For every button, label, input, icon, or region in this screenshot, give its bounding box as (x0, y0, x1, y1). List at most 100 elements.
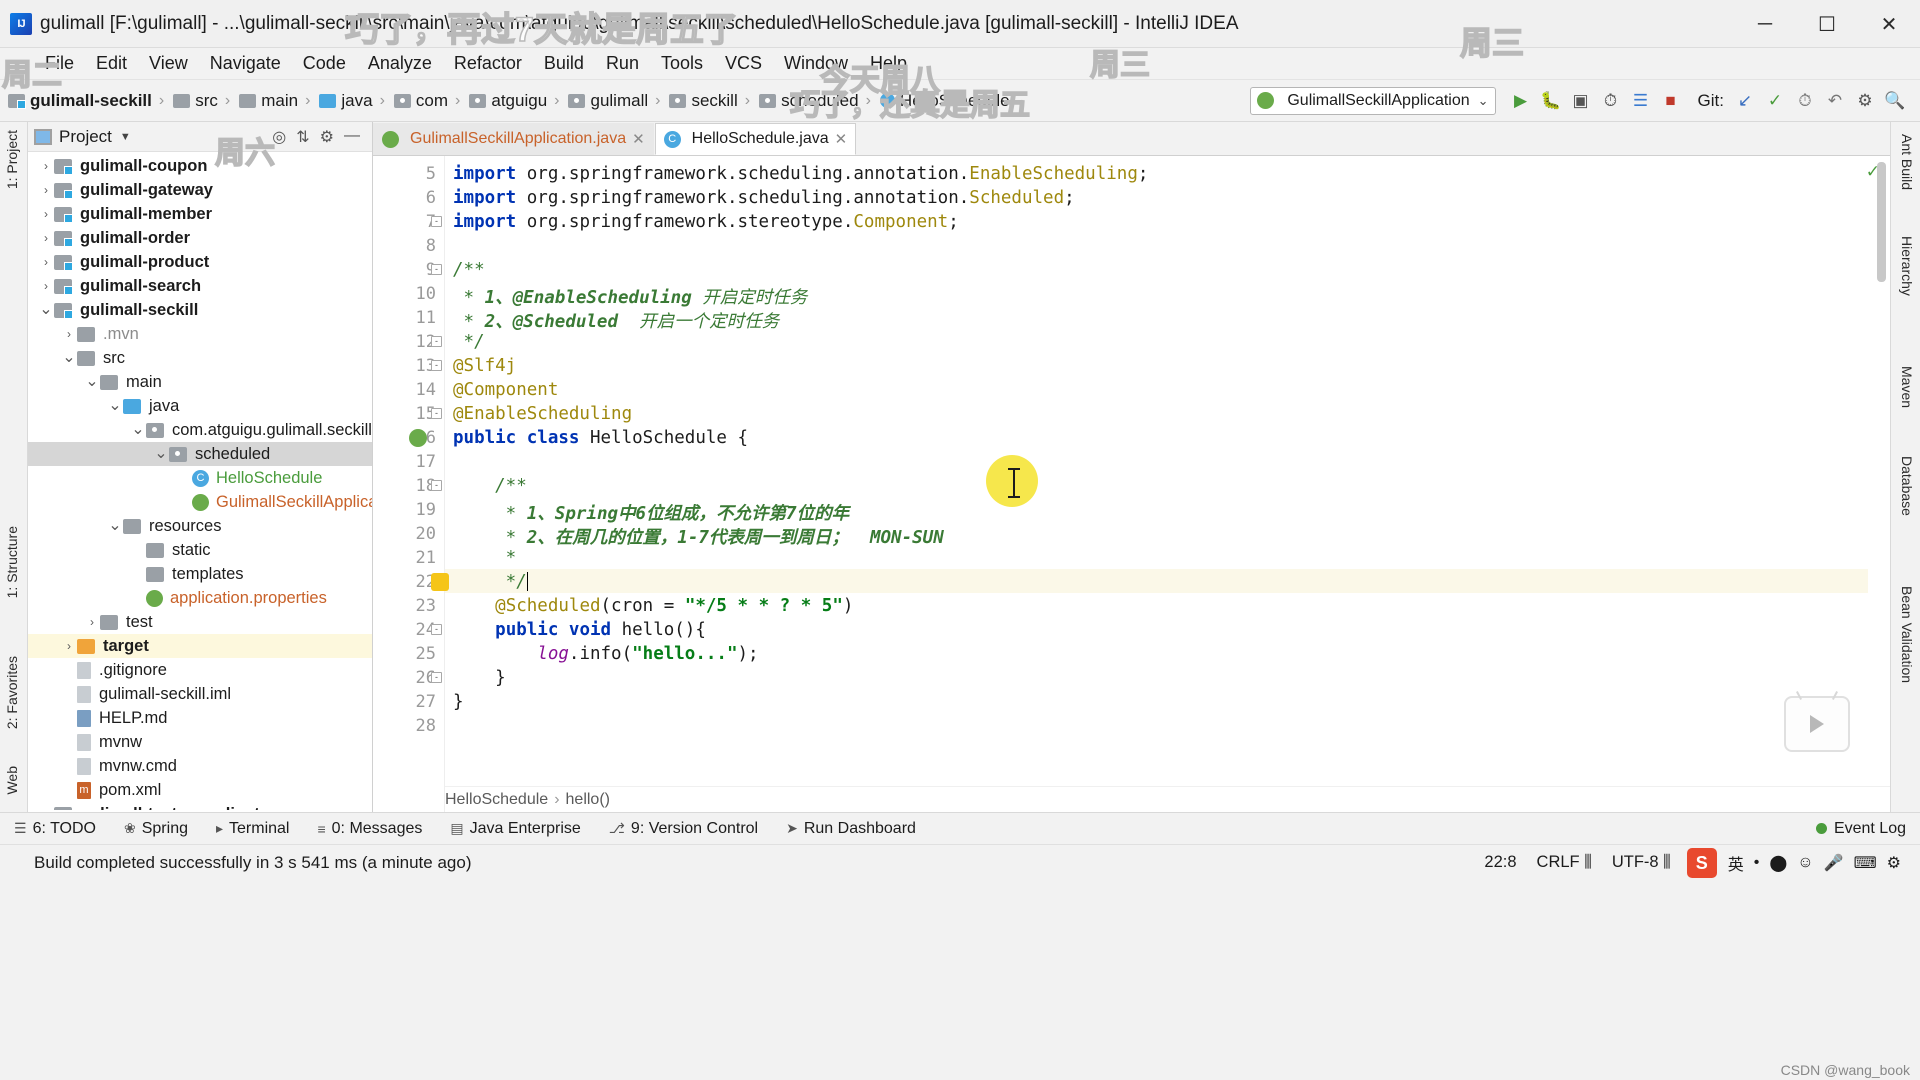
tool-tab-hierarchy[interactable]: Hierarchy (1897, 232, 1917, 300)
chevron-right-icon[interactable]: › (38, 807, 54, 810)
tree-node-helloschedule[interactable]: C HelloSchedule (28, 466, 372, 490)
breadcrumb-item-atguigu[interactable]: atguigu (465, 89, 549, 113)
chevron-right-icon[interactable] (61, 687, 77, 701)
tree-node-src[interactable]: ⌄ src (28, 346, 372, 370)
tree-node-gulimall-gateway[interactable]: › gulimall-gateway (28, 178, 372, 202)
tree-node-gulimall-test-sso-client[interactable]: › gulimall-test-sso-client (28, 802, 372, 810)
file-encoding[interactable]: UTF-8 ⫼ (1602, 853, 1681, 872)
ime-emoji-icon[interactable]: ☺ (1792, 854, 1818, 872)
run-class-gutter-icon[interactable] (409, 429, 427, 447)
chevron-right-icon[interactable] (130, 543, 146, 557)
menu-help[interactable]: Help (859, 51, 918, 76)
chevron-right-icon[interactable] (176, 471, 192, 485)
chevron-right-icon[interactable] (130, 567, 146, 581)
tree-node-gulimall-product[interactable]: › gulimall-product (28, 250, 372, 274)
tool-button-9-version-control[interactable]: ⎇ 9: Version Control (595, 820, 772, 838)
close-button[interactable]: ✕ (1858, 0, 1920, 48)
chevron-right-icon[interactable] (61, 783, 77, 797)
tree-node-com-atguigu-gulimall-seckill[interactable]: ⌄ com.atguigu.gulimall.seckill (28, 418, 372, 442)
ime-keyboard-icon[interactable]: ⌨ (1849, 853, 1882, 873)
settings-icon[interactable]: ⚙ (1852, 87, 1878, 115)
tree-node-gulimall-order[interactable]: › gulimall-order (28, 226, 372, 250)
tree-node--gitignore[interactable]: .gitignore (28, 658, 372, 682)
menu-window[interactable]: Window (773, 51, 859, 76)
ime-dot-icon[interactable]: • (1749, 854, 1765, 872)
chevron-right-icon[interactable]: › (61, 327, 77, 341)
chevron-right-icon[interactable]: › (84, 615, 100, 629)
inspection-status-icon[interactable]: ✓ (1866, 162, 1880, 182)
menu-analyze[interactable]: Analyze (357, 51, 443, 76)
profile-icon[interactable]: ⏱ (1598, 87, 1624, 115)
breadcrumb-item-helloschedule[interactable]: HelloSchedule (876, 89, 1012, 113)
ime-settings-icon[interactable]: ⚙ (1882, 853, 1906, 873)
collapse-all-icon[interactable]: ⇅ (296, 127, 309, 147)
code-content[interactable]: import org.springframework.scheduling.an… (431, 156, 1868, 812)
stop-icon[interactable]: ■ (1658, 87, 1684, 115)
tool-tab-bean-validation[interactable]: Bean Validation (1897, 582, 1917, 687)
code-fold-icon[interactable]: - (431, 408, 442, 419)
chevron-right-icon[interactable]: › (38, 255, 54, 269)
tool-button-spring[interactable]: ❀ Spring (110, 820, 202, 838)
breadcrumb-item-java[interactable]: java (315, 89, 374, 113)
tree-node-resources[interactable]: ⌄ resources (28, 514, 372, 538)
tool-tab-structure[interactable]: 1: Structure (2, 522, 22, 602)
tool-tab-database[interactable]: Database (1897, 452, 1917, 520)
tree-node-static[interactable]: static (28, 538, 372, 562)
locate-icon[interactable]: ◎ (272, 127, 286, 147)
breadcrumb-item-seckill[interactable]: seckill (665, 89, 739, 113)
editor-breadcrumb-item[interactable]: HelloSchedule (445, 791, 548, 809)
search-everywhere-icon[interactable]: 🔍 (1882, 87, 1908, 115)
chevron-down-icon[interactable]: ▼ (120, 131, 131, 143)
code-fold-icon[interactable]: - (431, 672, 442, 683)
breadcrumb-item-gulimall-seckill[interactable]: gulimall-seckill (4, 89, 154, 113)
breadcrumb-item-src[interactable]: src (169, 89, 220, 113)
chevron-right-icon[interactable]: › (38, 279, 54, 293)
close-icon[interactable]: ✕ (632, 130, 645, 148)
history-icon[interactable]: ⏱ (1792, 87, 1818, 115)
attach-icon[interactable]: ☰ (1628, 87, 1654, 115)
tree-node-main[interactable]: ⌄ main (28, 370, 372, 394)
tree-node-target[interactable]: › target (28, 634, 372, 658)
ime-mic-icon[interactable]: 🎤 (1819, 853, 1849, 873)
chevron-down-icon[interactable]: ⌄ (107, 398, 123, 414)
code-fold-icon[interactable]: - (431, 624, 442, 635)
ime-circle-icon[interactable]: ⬤ (1764, 853, 1792, 873)
line-separator[interactable]: CRLF ⫼ (1527, 853, 1602, 872)
menu-code[interactable]: Code (292, 51, 357, 76)
minimize-button[interactable]: ─ (1734, 0, 1796, 48)
maximize-button[interactable]: ☐ (1796, 0, 1858, 48)
video-play-overlay-icon[interactable] (1784, 696, 1850, 752)
menu-navigate[interactable]: Navigate (199, 51, 292, 76)
tool-button-event-log[interactable]: Event Log (1802, 820, 1920, 838)
tree-node-mvnw-cmd[interactable]: mvnw.cmd (28, 754, 372, 778)
editor-breadcrumb-item[interactable]: hello() (566, 791, 610, 809)
chevron-down-icon[interactable]: ⌄ (130, 422, 146, 438)
menu-file[interactable]: File (34, 51, 85, 76)
tool-button-run-dashboard[interactable]: ➤ Run Dashboard (772, 820, 930, 838)
code-fold-icon[interactable]: - (431, 360, 442, 371)
tool-tab-project[interactable]: 1: Project (2, 126, 22, 193)
tree-node-gulimall-coupon[interactable]: › gulimall-coupon (28, 154, 372, 178)
rollback-icon[interactable]: ↶ (1822, 87, 1848, 115)
tree-node-help-md[interactable]: HELP.md (28, 706, 372, 730)
chevron-right-icon[interactable]: › (38, 159, 54, 173)
code-fold-icon[interactable]: - (431, 216, 442, 227)
chevron-right-icon[interactable] (61, 735, 77, 749)
sogou-ime-icon[interactable]: S (1686, 847, 1717, 878)
chevron-right-icon[interactable] (130, 591, 146, 605)
caret-position[interactable]: 22:8 (1474, 853, 1526, 872)
tree-node--mvn[interactable]: › .mvn (28, 322, 372, 346)
chevron-down-icon[interactable]: ⌄ (38, 302, 54, 318)
run-coverage-icon[interactable]: ▣ (1568, 87, 1594, 115)
menu-refactor[interactable]: Refactor (443, 51, 533, 76)
ime-lang-icon[interactable]: 英 (1723, 851, 1749, 875)
menu-view[interactable]: View (138, 51, 199, 76)
commit-icon[interactable]: ✓ (1762, 87, 1788, 115)
menu-tools[interactable]: Tools (650, 51, 714, 76)
chevron-down-icon[interactable]: ⌄ (61, 350, 77, 366)
run-configuration-selector[interactable]: GulimallSeckillApplication ⌄ (1250, 86, 1496, 115)
settings-icon[interactable]: ⚙ (320, 127, 334, 147)
tool-tab-favorites[interactable]: 2: Favorites (2, 652, 22, 733)
breadcrumb-item-scheduled[interactable]: scheduled (755, 89, 861, 113)
breadcrumb-item-gulimall[interactable]: gulimall (564, 89, 650, 113)
